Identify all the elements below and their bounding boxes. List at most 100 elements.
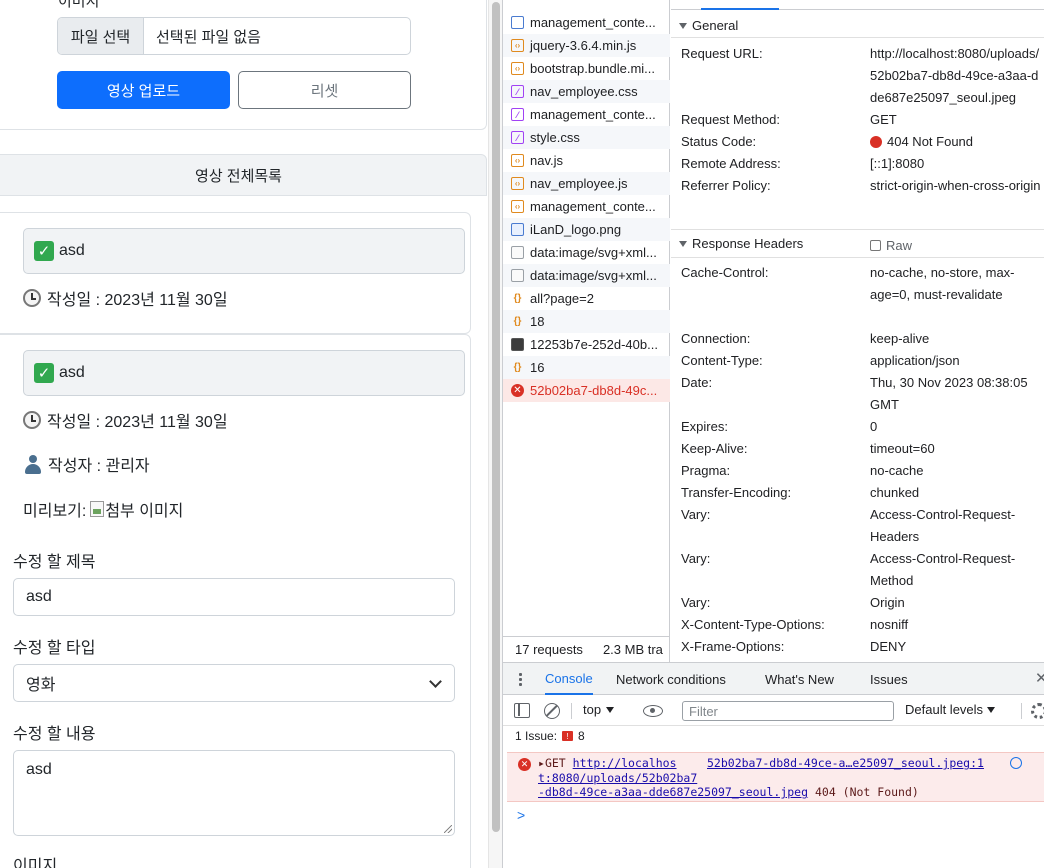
network-request-row[interactable]: data:image/svg+xml... (503, 264, 670, 287)
error-url-link[interactable]: t:8080/uploads/52b02ba7 (538, 771, 697, 785)
log-levels-dropdown[interactable]: Default levels (905, 702, 996, 717)
issues-count: 8 (578, 729, 585, 743)
context-selector[interactable]: top (583, 702, 615, 717)
edit-title-label: 수정 할 제목 (13, 554, 96, 571)
more-options-icon[interactable] (519, 672, 522, 686)
edit-type-select[interactable]: 영화 (13, 664, 455, 702)
network-request-row[interactable]: {} 18 (503, 310, 670, 333)
dropdown-caret-icon (987, 706, 996, 713)
edit-title-input[interactable]: asd (13, 578, 455, 616)
header-value[interactable]: http://localhost:8080/uploads/52b02ba7-d… (870, 43, 1044, 109)
chevron-down-icon (429, 675, 442, 688)
detail-tabstrip (671, 0, 1044, 10)
json-icon: {} (513, 316, 522, 327)
general-section-title: General (692, 18, 739, 33)
headers-pane: General Request URL: http://localhost:80… (671, 0, 1044, 662)
network-request-row[interactable]: 12253b7e-252d-40b... (503, 333, 670, 356)
network-request-row[interactable]: data:image/svg+xml... (503, 241, 670, 264)
preview: 미리보기: 첨부 이미지 (23, 497, 183, 521)
web-page: 이미지 파일 선택 선택된 파일 없음 영상 업로드 리셋 영상 전체목록 ✓ … (0, 0, 488, 868)
log-levels-label: Default levels (905, 702, 984, 717)
reset-button[interactable]: 리셋 (238, 71, 411, 109)
request-name: data:image/svg+xml... (530, 245, 657, 260)
svg-icon (511, 246, 524, 259)
network-request-row[interactable]: {} 16 (503, 356, 670, 379)
tab-headers[interactable] (701, 0, 779, 10)
network-globe-icon[interactable] (1010, 757, 1022, 769)
edit-content-value: asd (26, 761, 52, 778)
tab-whats-new[interactable]: What's New (765, 663, 834, 695)
expand-triangle-icon (679, 240, 687, 247)
js-icon: ‹› (511, 39, 524, 52)
response-headers-toggle[interactable]: Response Headers (679, 236, 803, 251)
author: 작성자 : 관리자 (23, 452, 150, 476)
error-url-link[interactable]: http://localhos (573, 756, 677, 770)
network-request-row[interactable]: management_conte... (503, 11, 670, 34)
network-request-row[interactable]: ‹› jquery-3.6.4.min.js (503, 34, 670, 57)
js-icon: ‹› (511, 154, 524, 167)
header-value: Thu, 30 Nov 2023 08:38:05 GMT (870, 375, 1028, 412)
tab-issues[interactable]: Issues (870, 663, 908, 695)
header-value: keep-alive (870, 331, 930, 346)
video-title: ✓ asd (23, 350, 465, 396)
clear-console-icon[interactable] (544, 703, 560, 719)
file-input[interactable]: 파일 선택 선택된 파일 없음 (57, 17, 411, 55)
issues-bar[interactable]: 1 Issue: ! 8 (515, 729, 585, 743)
created-date-text: 작성일 : 2023년 11월 30일 (47, 414, 228, 431)
network-request-row[interactable]: ✕ 52b02ba7-db8d-49c... (503, 379, 670, 402)
header-value: GET (870, 112, 897, 127)
network-request-row[interactable]: {} all?page=2 (503, 287, 670, 310)
request-name: 18 (530, 314, 545, 329)
file-status: 선택된 파일 없음 (156, 28, 261, 46)
header-value: DENY (870, 639, 907, 654)
network-request-list: management_conte... ‹› jquery-3.6.4.min.js… (503, 0, 670, 662)
network-request-row[interactable]: ‹› bootstrap.bundle.mi... (503, 57, 670, 80)
status-code-text: 404 Not Found (887, 134, 974, 149)
resize-grip-icon[interactable] (444, 825, 452, 833)
error-icon: ✕ (518, 758, 531, 771)
image-field-label: 이미지 (58, 0, 100, 10)
choose-file-button[interactable]: 파일 선택 (58, 18, 144, 54)
filter-input[interactable]: Filter (682, 701, 894, 721)
header-value: no-cache (870, 463, 924, 478)
tab-network-conditions[interactable]: Network conditions (616, 663, 726, 695)
header-value: Origin (870, 595, 905, 610)
general-section-toggle[interactable]: General (679, 18, 738, 33)
gear-icon[interactable] (1031, 703, 1044, 719)
js-icon: ‹› (511, 177, 524, 190)
error-source-link[interactable]: 52b02ba7-db8d-49ce-a…e25097_seoul.jpeg:1 (707, 756, 984, 770)
page-scrollbar[interactable] (488, 0, 502, 868)
upload-video-button[interactable]: 영상 업로드 (57, 71, 230, 109)
header-key: Vary: (681, 551, 711, 566)
live-expression-icon[interactable] (643, 705, 663, 717)
close-icon[interactable]: ✕ (1035, 669, 1044, 687)
tab-console[interactable]: Console (545, 663, 593, 695)
request-name: bootstrap.bundle.mi... (530, 61, 656, 76)
video-title-text: asd (59, 364, 85, 381)
issue-flag-icon: ! (562, 731, 574, 741)
dropdown-caret-icon (606, 706, 615, 713)
raw-toggle[interactable]: Raw (870, 238, 912, 253)
console-prompt[interactable]: > (517, 807, 525, 823)
header-key: Cache-Control: (681, 265, 769, 280)
network-request-row[interactable]: ‹› nav.js (503, 149, 670, 172)
network-request-row[interactable]: ‹› nav_employee.js (503, 172, 670, 195)
console-error-message: ✕ ▸GET http://localhos t:8080/uploads/52… (507, 752, 1044, 802)
error-method: GET (544, 756, 566, 770)
network-request-row[interactable]: ⁄ style.css (503, 126, 670, 149)
edit-content-textarea[interactable]: asd (13, 750, 455, 836)
error-url-link[interactable]: -db8d-49ce-a3aa-dde687e25097_seoul.jpeg (538, 785, 808, 799)
check-mark-icon: ✓ (34, 241, 54, 261)
header-key: Transfer-Encoding: (681, 485, 792, 500)
scrollbar-thumb[interactable] (492, 2, 500, 832)
sidebar-toggle-icon[interactable] (514, 703, 530, 718)
photo-icon (511, 338, 524, 351)
drawer-tabstrip: Console Network conditions What's New Is… (503, 663, 1044, 695)
expand-triangle-icon[interactable]: ▸ (538, 756, 545, 770)
network-request-row[interactable]: iLanD_logo.png (503, 218, 670, 241)
network-request-row[interactable]: ⁄ management_conte... (503, 103, 670, 126)
network-request-row[interactable]: ⁄ nav_employee.css (503, 80, 670, 103)
request-name: management_conte... (530, 199, 656, 214)
network-request-row[interactable]: ‹› management_conte... (503, 195, 670, 218)
raw-checkbox[interactable] (870, 240, 881, 251)
